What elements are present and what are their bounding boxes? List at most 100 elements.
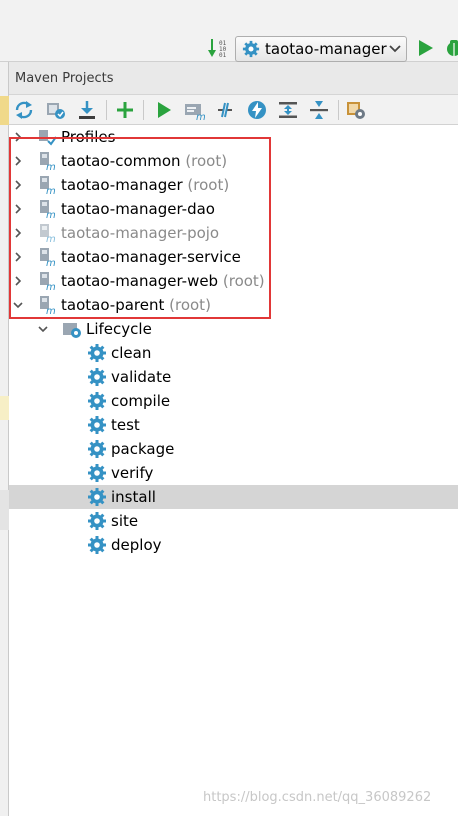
svg-text:m: m bbox=[46, 162, 56, 171]
module-name: taotao-manager-web bbox=[61, 272, 219, 290]
chevron-right-icon[interactable] bbox=[13, 204, 23, 214]
svg-text:m: m bbox=[196, 112, 205, 121]
profiles-icon bbox=[39, 130, 57, 146]
tree-item-profiles[interactable]: Profiles bbox=[9, 125, 458, 149]
tree-item-module[interactable]: m taotao-manager-dao bbox=[9, 197, 458, 221]
svg-text:01: 01 bbox=[219, 52, 227, 59]
gear-icon bbox=[88, 440, 106, 458]
maven-module-icon: m bbox=[40, 152, 56, 171]
tree-item-phase[interactable]: deploy bbox=[9, 533, 458, 557]
svg-text:m: m bbox=[46, 186, 56, 195]
svg-text:m: m bbox=[46, 210, 56, 219]
main-toolbar: 01 10 01 taotao-manager bbox=[0, 0, 458, 62]
tree-item-module[interactable]: m taotao-manager-web (root) bbox=[9, 269, 458, 293]
tree-item-lifecycle[interactable]: Lifecycle bbox=[9, 317, 458, 341]
gear-icon bbox=[88, 488, 106, 506]
svg-text:m: m bbox=[46, 306, 56, 315]
tree-item-module[interactable]: m taotao-manager-service bbox=[9, 245, 458, 269]
chevron-down-icon[interactable] bbox=[13, 300, 23, 310]
tree-item-phase[interactable]: verify bbox=[9, 461, 458, 485]
maven-module-icon: m bbox=[40, 296, 56, 315]
toolbar-separator bbox=[338, 100, 339, 120]
settings-icon[interactable] bbox=[345, 99, 367, 121]
gutter-marker bbox=[0, 396, 9, 420]
tree-item-label: Lifecycle bbox=[86, 320, 152, 338]
tree-item-module[interactable]: m taotao-manager (root) bbox=[9, 173, 458, 197]
lifecycle-folder-icon bbox=[63, 323, 81, 338]
gutter-marker bbox=[0, 96, 9, 125]
collapse-all-icon[interactable] bbox=[308, 99, 330, 121]
maven-module-icon: m bbox=[40, 200, 56, 219]
chevron-right-icon[interactable] bbox=[13, 276, 23, 286]
module-name: taotao-manager-pojo bbox=[61, 224, 220, 242]
debug-icon[interactable] bbox=[444, 38, 458, 58]
phase-label: site bbox=[111, 512, 139, 530]
module-name: taotao-common bbox=[61, 152, 181, 170]
run-build-icon[interactable] bbox=[153, 99, 175, 121]
maven-module-icon: m bbox=[40, 224, 56, 243]
panel-title: Maven Projects bbox=[15, 71, 114, 86]
generate-sources-icon[interactable] bbox=[45, 99, 67, 121]
tree-item-module[interactable]: m taotao-parent (root) bbox=[9, 293, 458, 317]
add-icon[interactable] bbox=[114, 99, 136, 121]
phase-label: verify bbox=[111, 464, 154, 482]
reimport-icon[interactable] bbox=[13, 99, 35, 121]
tree-item-phase[interactable]: test bbox=[9, 413, 458, 437]
maven-module-icon: m bbox=[40, 272, 56, 291]
chevron-down-icon[interactable] bbox=[38, 324, 48, 334]
run-configuration-label: taotao-manager bbox=[265, 40, 387, 58]
tree-item-phase[interactable]: site bbox=[9, 509, 458, 533]
gear-icon bbox=[88, 368, 106, 386]
phase-label: deploy bbox=[111, 536, 162, 554]
chevron-right-icon[interactable] bbox=[13, 180, 23, 190]
tree-item-module[interactable]: m taotao-common (root) bbox=[9, 149, 458, 173]
gear-icon bbox=[88, 464, 106, 482]
module-suffix: (root) bbox=[222, 272, 265, 290]
phase-label: clean bbox=[111, 344, 152, 362]
module-name: taotao-manager bbox=[61, 176, 183, 194]
svg-text:m: m bbox=[46, 258, 56, 267]
chevron-right-icon[interactable] bbox=[13, 156, 23, 166]
chevron-right-icon[interactable] bbox=[13, 228, 23, 238]
gear-icon bbox=[88, 536, 106, 554]
gear-icon bbox=[88, 512, 106, 530]
tree-item-phase[interactable]: compile bbox=[9, 389, 458, 413]
phase-label: install bbox=[111, 488, 156, 506]
execute-goal-icon[interactable]: m bbox=[183, 99, 205, 121]
download-icon[interactable] bbox=[76, 99, 98, 121]
editor-gutter bbox=[0, 62, 9, 816]
tree-item-phase[interactable]: validate bbox=[9, 365, 458, 389]
gear-icon bbox=[88, 344, 106, 362]
watermark: https://blog.csdn.net/qq_36089262 bbox=[203, 790, 432, 805]
toolbar-separator bbox=[143, 100, 144, 120]
tree-item-phase-selected[interactable]: install bbox=[9, 485, 458, 509]
gear-icon bbox=[242, 40, 260, 58]
run-icon[interactable] bbox=[418, 39, 434, 57]
svg-text:m: m bbox=[46, 234, 56, 243]
maven-projects-panel: Maven Projects m Profiles m taotao-commo… bbox=[9, 62, 458, 816]
chevron-right-icon[interactable] bbox=[13, 252, 23, 262]
toolbar-separator bbox=[106, 100, 107, 120]
chevron-down-icon bbox=[389, 45, 401, 53]
chevron-right-icon[interactable] bbox=[13, 132, 23, 142]
skip-tests-icon[interactable] bbox=[246, 99, 268, 121]
tree-item-module[interactable]: m taotao-manager-pojo bbox=[9, 221, 458, 245]
tree-item-phase[interactable]: clean bbox=[9, 341, 458, 365]
module-name: taotao-manager-service bbox=[61, 248, 241, 266]
panel-header: Maven Projects bbox=[9, 62, 458, 95]
run-configuration-dropdown[interactable]: taotao-manager bbox=[235, 36, 407, 62]
tree-item-phase[interactable]: package bbox=[9, 437, 458, 461]
module-name: taotao-manager-dao bbox=[61, 200, 215, 218]
svg-text:m: m bbox=[46, 282, 56, 291]
module-name: taotao-parent bbox=[61, 296, 165, 314]
show-dependencies-icon[interactable] bbox=[277, 99, 299, 121]
module-suffix: (root) bbox=[169, 296, 211, 314]
phase-label: compile bbox=[111, 392, 171, 410]
toggle-offline-icon[interactable] bbox=[214, 99, 236, 121]
gear-icon bbox=[88, 392, 106, 410]
maven-module-icon: m bbox=[40, 176, 56, 195]
panel-toolbar: m bbox=[9, 95, 458, 125]
phase-label: package bbox=[111, 440, 175, 458]
sort-icon[interactable]: 01 10 01 bbox=[207, 37, 231, 59]
gear-icon bbox=[88, 416, 106, 434]
